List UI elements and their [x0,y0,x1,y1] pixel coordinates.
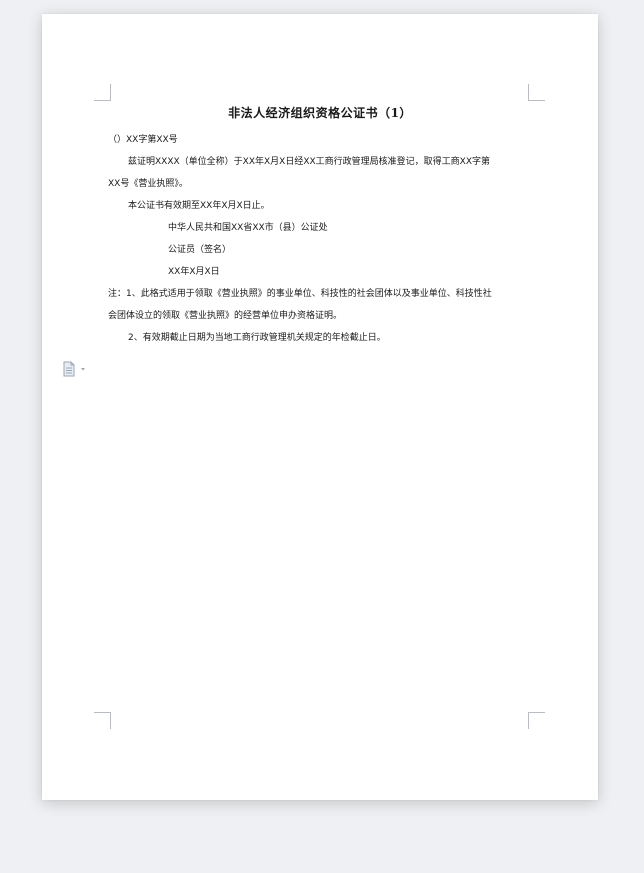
note-1-line-1: 注：1、此格式适用于领取《营业执照》的事业单位、科技性的社会团体以及事业单位、科… [108,289,492,299]
document-icon[interactable] [62,361,88,377]
issue-date: XX年X月X日 [168,267,220,277]
paste-options-icon [63,361,85,377]
validity-paragraph: 本公证书有效期至XX年X月X日止。 [128,201,270,211]
certification-paragraph-line-1: 兹证明XXXX（单位全称）于XX年X月X日经XX工商行政管理局核准登记，取得工商… [128,157,490,167]
certification-paragraph-line-2: XX号《营业执照》。 [108,179,188,189]
margin-mark-bottom-right [528,712,545,729]
margin-mark-top-right [528,84,545,101]
note-2: 2、有效期截止日期为当地工商行政管理机关规定的年检截止日。 [128,333,386,343]
document-title: 非法人经济组织资格公证书（1） [228,106,412,120]
margin-mark-bottom-left [94,712,111,729]
document-body[interactable]: 非法人经济组织资格公证书（1） （）XX字第XX号 兹证明XXXX（单位全称）于… [108,104,532,349]
margin-mark-top-left [94,84,111,101]
document-page: 非法人经济组织资格公证书（1） （）XX字第XX号 兹证明XXXX（单位全称）于… [42,14,598,800]
reference-number: （）XX字第XX号 [108,135,178,145]
note-1-line-2: 会团体设立的领取《营业执照》的经营单位申办资格证明。 [108,311,343,321]
notary-signature: 公证员（签名） [168,245,232,255]
notary-office: 中华人民共和国XX省XX市（县）公证处 [168,223,328,233]
